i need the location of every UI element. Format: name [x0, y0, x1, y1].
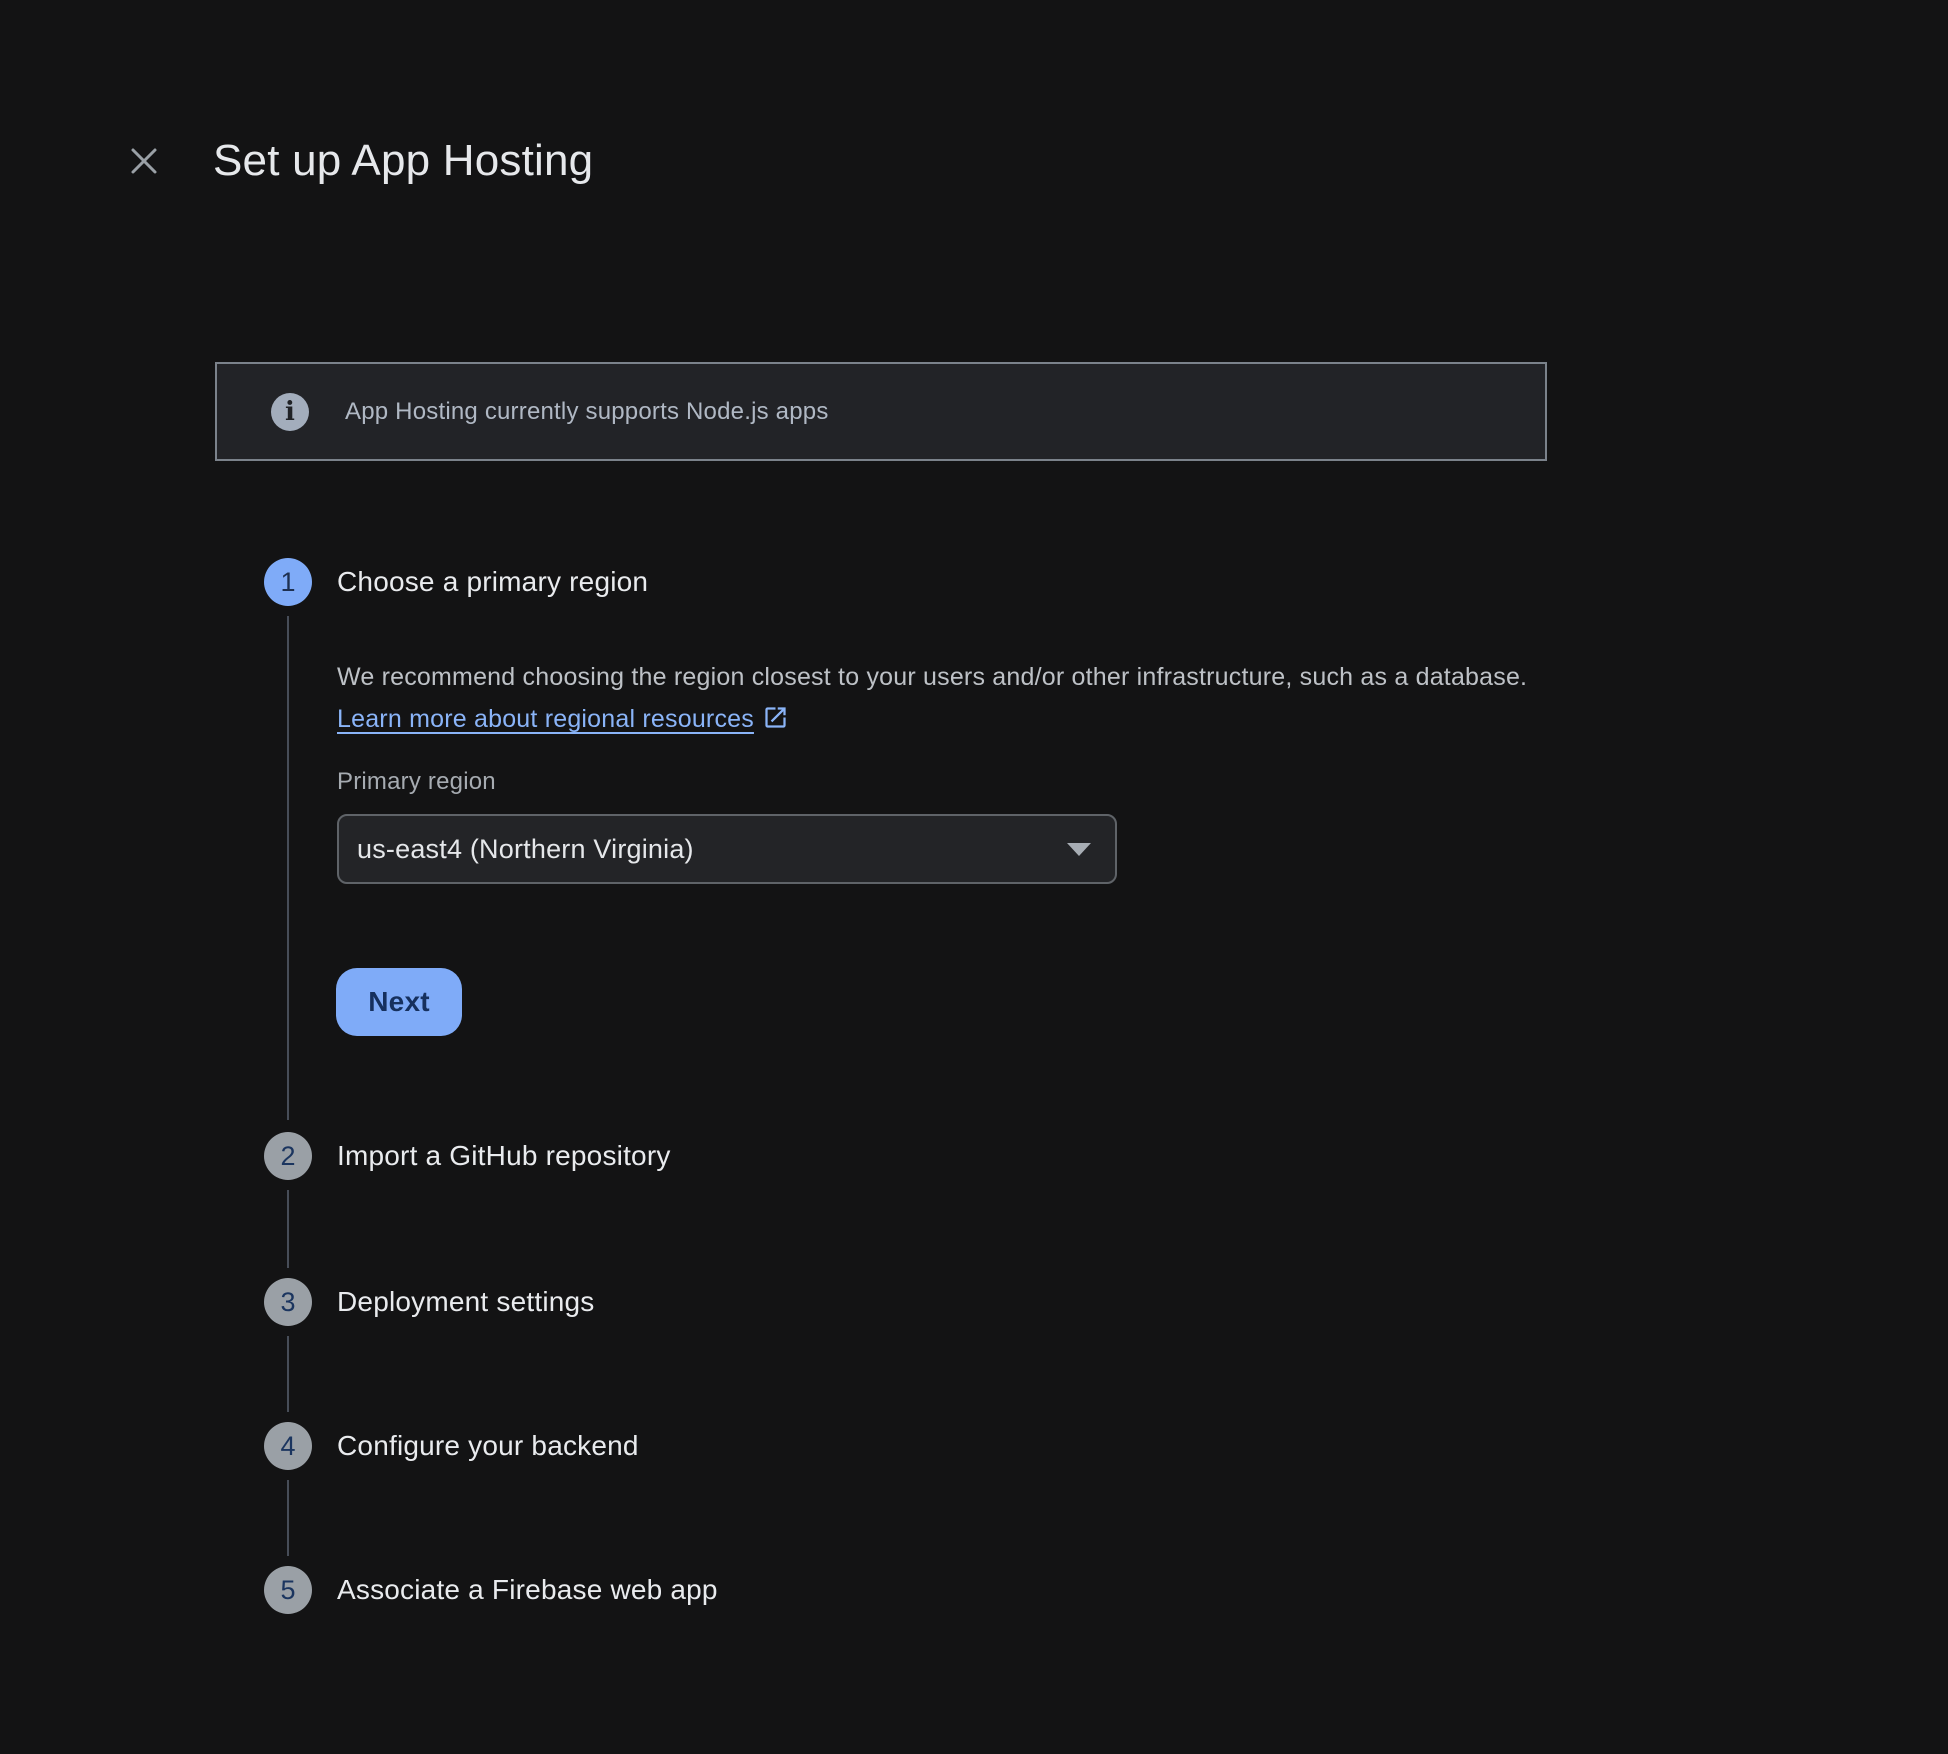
app-hosting-setup-dialog: Set up App Hosting i App Hosting current… [0, 0, 1948, 1754]
step-4-title: Configure your backend [337, 1429, 639, 1463]
step-2-title: Import a GitHub repository [337, 1139, 671, 1173]
stepper-connector [287, 1336, 289, 1412]
step-3-indicator: 3 [264, 1278, 312, 1326]
step-5-indicator: 5 [264, 1566, 312, 1614]
info-icon: i [271, 393, 309, 431]
open-in-new-icon [762, 704, 789, 731]
dropdown-arrow-icon [1067, 843, 1091, 856]
step-3-title: Deployment settings [337, 1285, 594, 1319]
step-5-title: Associate a Firebase web app [337, 1573, 718, 1607]
step-1-description-text: We recommend choosing the region closest… [337, 663, 1527, 691]
info-banner: i App Hosting currently supports Node.js… [215, 362, 1547, 461]
stepper-connector [287, 1480, 289, 1556]
primary-region-value: us-east4 (Northern Virginia) [357, 834, 694, 865]
step-2-indicator: 2 [264, 1132, 312, 1180]
stepper-connector [287, 616, 289, 1120]
stepper-connector [287, 1190, 289, 1268]
step-1-description: We recommend choosing the region closest… [337, 656, 1552, 740]
regional-resources-link[interactable]: Learn more about regional resources [337, 705, 789, 733]
page-title: Set up App Hosting [213, 133, 593, 189]
step-4-indicator: 4 [264, 1422, 312, 1470]
info-banner-text: App Hosting currently supports Node.js a… [345, 398, 829, 426]
primary-region-label: Primary region [337, 768, 496, 796]
primary-region-select[interactable]: us-east4 (Northern Virginia) [337, 814, 1117, 884]
step-1-indicator: 1 [264, 558, 312, 606]
next-button[interactable]: Next [336, 968, 462, 1036]
step-1-title: Choose a primary region [337, 565, 648, 599]
close-button[interactable] [116, 133, 172, 189]
close-icon [129, 146, 159, 176]
